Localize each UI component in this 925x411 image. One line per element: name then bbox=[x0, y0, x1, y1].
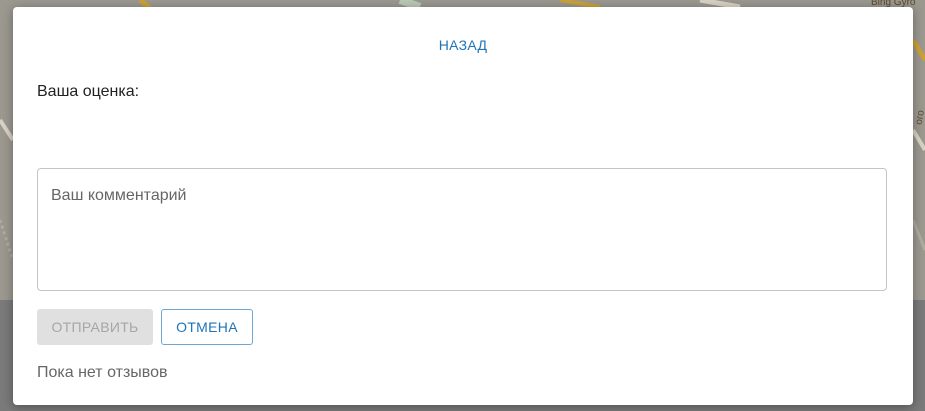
map-label-street: ого bbox=[913, 109, 925, 126]
back-link[interactable]: НАЗАД bbox=[13, 37, 913, 53]
reviews-status: Пока нет отзывов bbox=[37, 364, 168, 381]
rating-label: Ваша оценка: bbox=[37, 83, 140, 100]
review-modal: НАЗАД Ваша оценка: ОТПРАВИТЬ ОТМЕНА Пока… bbox=[13, 7, 913, 405]
cancel-button[interactable]: ОТМЕНА bbox=[161, 309, 253, 345]
submit-button[interactable]: ОТПРАВИТЬ bbox=[37, 309, 153, 345]
comment-input[interactable] bbox=[37, 168, 887, 291]
